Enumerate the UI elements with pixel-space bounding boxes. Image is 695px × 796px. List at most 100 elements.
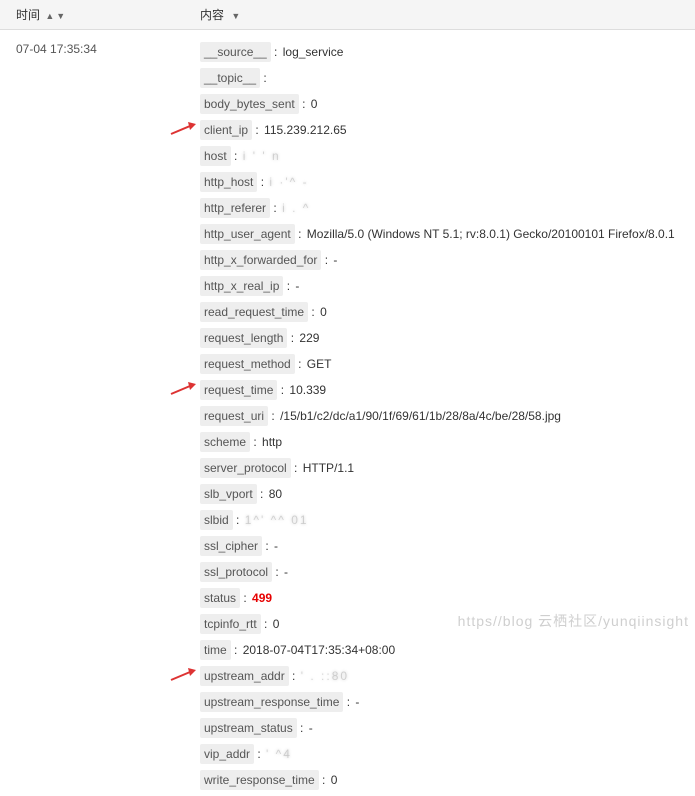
field-key[interactable]: client_ip <box>200 120 252 140</box>
field-value: GET <box>307 357 332 371</box>
field-key[interactable]: host <box>200 146 231 166</box>
log-fields: __source__ : log_service __topic__ : body… <box>190 42 695 796</box>
field-key[interactable]: http_x_real_ip <box>200 276 283 296</box>
field-value: - <box>274 539 278 553</box>
field-colon: : <box>233 513 243 527</box>
log-field: __source__ : log_service <box>200 42 695 62</box>
log-field: http_host : i ·'^ - <box>200 172 695 192</box>
field-value: 2018-07-04T17:35:34+08:00 <box>243 643 395 657</box>
field-key[interactable]: server_protocol <box>200 458 291 478</box>
field-colon: : <box>308 305 318 319</box>
field-key[interactable]: slbid <box>200 510 233 530</box>
field-key[interactable]: http_user_agent <box>200 224 295 244</box>
field-value: 115.239.212.65 <box>264 123 347 137</box>
field-colon: : <box>240 591 250 605</box>
sort-down-icon[interactable]: ▼ <box>56 11 65 21</box>
log-field: http_x_real_ip : - <box>200 276 695 296</box>
field-colon: : <box>268 409 278 423</box>
field-colon: : <box>291 461 301 475</box>
field-key[interactable]: http_host <box>200 172 257 192</box>
field-key[interactable]: ssl_protocol <box>200 562 272 582</box>
field-value: Mozilla/5.0 (Windows NT 5.1; rv:8.0.1) G… <box>307 227 675 241</box>
field-value: 0 <box>331 773 338 787</box>
field-value: 80 <box>269 487 282 501</box>
field-key[interactable]: upstream_response_time <box>200 692 343 712</box>
field-value: 499 <box>252 591 272 605</box>
dropdown-icon[interactable] <box>227 8 240 22</box>
field-key[interactable]: vip_addr <box>200 744 254 764</box>
log-field: __topic__ : <box>200 68 695 88</box>
field-key[interactable]: status <box>200 588 240 608</box>
field-key[interactable]: request_time <box>200 380 277 400</box>
log-field: http_user_agent : Mozilla/5.0 (Windows N… <box>200 224 695 244</box>
field-colon: : <box>254 747 264 761</box>
log-field: ssl_protocol : - <box>200 562 695 582</box>
log-field: request_method : GET <box>200 354 695 374</box>
field-colon: : <box>289 669 299 683</box>
field-colon: : <box>299 97 309 111</box>
field-colon: : <box>295 227 305 241</box>
field-colon: : <box>271 45 281 59</box>
column-header-content[interactable]: 内容 <box>190 6 695 23</box>
log-field: server_protocol : HTTP/1.1 <box>200 458 695 478</box>
log-field: upstream_status : - <box>200 718 695 738</box>
field-value: i ' ' n <box>243 147 281 165</box>
field-key[interactable]: http_x_forwarded_for <box>200 250 321 270</box>
field-colon: : <box>297 721 307 735</box>
field-key[interactable]: upstream_status <box>200 718 297 738</box>
field-key[interactable]: body_bytes_sent <box>200 94 299 114</box>
column-header-time[interactable]: 时间 ▲▼ <box>0 6 190 23</box>
field-key[interactable]: slb_vport <box>200 484 257 504</box>
field-colon: : <box>343 695 353 709</box>
field-key[interactable]: request_length <box>200 328 287 348</box>
field-value: i . ^ <box>282 199 310 217</box>
field-colon: : <box>272 565 282 579</box>
field-colon: : <box>321 253 331 267</box>
field-colon: : <box>277 383 287 397</box>
field-value: - <box>333 253 337 267</box>
field-value: - <box>309 721 313 735</box>
log-field: slbid : 1^' ^^ 01 <box>200 510 695 530</box>
log-field: request_time : 10.339 <box>200 380 695 400</box>
log-timestamp: 07-04 17:35:34 <box>0 42 190 796</box>
field-value: ' ^4 <box>266 745 292 763</box>
field-key[interactable]: ssl_cipher <box>200 536 262 556</box>
field-key[interactable]: scheme <box>200 432 250 452</box>
field-value: 10.339 <box>289 383 326 397</box>
log-field: http_referer : i . ^ <box>200 198 695 218</box>
field-key[interactable]: write_response_time <box>200 770 319 790</box>
field-value: i ·'^ - <box>269 173 308 191</box>
log-field: request_length : 229 <box>200 328 695 348</box>
log-field: write_response_time : 0 <box>200 770 695 790</box>
field-key[interactable]: request_uri <box>200 406 268 426</box>
field-colon: : <box>252 123 262 137</box>
field-key[interactable]: read_request_time <box>200 302 308 322</box>
pointer-arrow-icon <box>170 668 196 682</box>
field-colon: : <box>261 617 271 631</box>
log-field: vip_addr : ' ^4 <box>200 744 695 764</box>
field-colon: : <box>231 643 241 657</box>
log-field: body_bytes_sent : 0 <box>200 94 695 114</box>
table-header: 时间 ▲▼ 内容 <box>0 0 695 30</box>
field-value: 1^' ^^ 01 <box>245 511 309 529</box>
field-value: - <box>355 695 359 709</box>
log-field: scheme : http <box>200 432 695 452</box>
field-key[interactable]: request_method <box>200 354 295 374</box>
field-key[interactable]: http_referer <box>200 198 270 218</box>
field-value: http <box>262 435 282 449</box>
field-key[interactable]: tcpinfo_rtt <box>200 614 261 634</box>
field-value: 229 <box>299 331 319 345</box>
log-field: slb_vport : 80 <box>200 484 695 504</box>
sort-up-icon[interactable]: ▲ <box>45 11 54 21</box>
field-colon: : <box>262 539 272 553</box>
field-key[interactable]: __source__ <box>200 42 271 62</box>
log-field: ssl_cipher : - <box>200 536 695 556</box>
field-key[interactable]: upstream_addr <box>200 666 289 686</box>
log-field: client_ip : 115.239.212.65 <box>200 120 695 140</box>
field-value: log_service <box>283 45 344 59</box>
log-field: read_request_time : 0 <box>200 302 695 322</box>
field-colon: : <box>283 279 293 293</box>
column-header-content-label: 内容 <box>200 8 224 22</box>
field-key[interactable]: __topic__ <box>200 68 260 88</box>
field-key[interactable]: time <box>200 640 231 660</box>
